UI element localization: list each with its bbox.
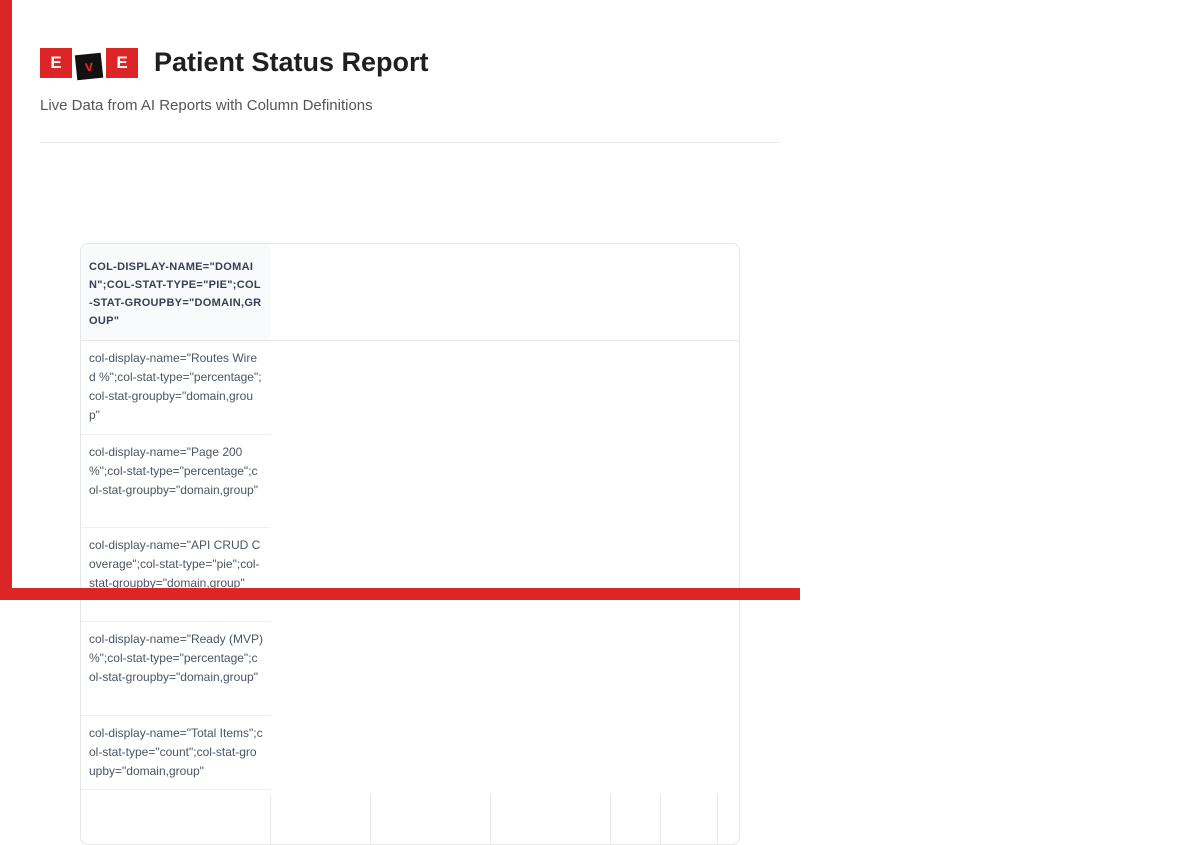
column-separator <box>490 795 491 844</box>
page-header: E v E Patient Status Report <box>40 46 429 81</box>
table-row: col-display-name="API CRUD Coverage";col… <box>81 528 271 622</box>
column-separator <box>660 795 661 844</box>
column-separator <box>717 795 718 844</box>
column-separator <box>270 795 271 844</box>
report-table: col-display-name="domain";col-stat-type=… <box>80 243 740 845</box>
logo: E v E <box>40 46 142 81</box>
logo-letter-e1: E <box>40 47 72 78</box>
table-row: col-display-name="Ready (MVP) %";col-sta… <box>81 622 271 716</box>
column-separator <box>610 795 611 844</box>
column-separator <box>370 795 371 844</box>
header-divider <box>40 142 780 143</box>
column-header-domain[interactable]: col-display-name="domain";col-stat-type=… <box>81 244 271 340</box>
page-subtitle: Live Data from AI Reports with Column De… <box>40 97 373 114</box>
logo-letter-e2: E <box>106 47 138 78</box>
page-title: Patient Status Report <box>154 47 429 77</box>
logo-letter-v: v <box>74 52 104 81</box>
brand-accent-bar-bottom <box>0 588 800 600</box>
table-body: col-display-name="Routes Wired %";col-st… <box>81 341 271 790</box>
table-row: col-display-name="Total Items";col-stat-… <box>81 716 271 790</box>
brand-accent-bar-left <box>0 0 12 600</box>
table-row: col-display-name="Routes Wired %";col-st… <box>81 341 271 435</box>
table-row: col-display-name="Page 200 %";col-stat-t… <box>81 435 271 528</box>
